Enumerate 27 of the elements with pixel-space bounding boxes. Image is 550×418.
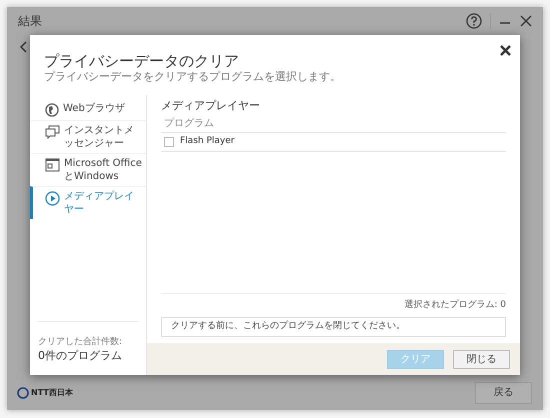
section-heading: メディアプレイヤー (161, 99, 261, 113)
play-icon (45, 191, 60, 206)
window-icon (45, 158, 60, 172)
chat-icon (45, 125, 60, 139)
dialog-subtitle: プライバシーデータをクリアするプログラムを選択します。 (44, 70, 342, 84)
total-label: クリアした合計件数: (38, 336, 122, 348)
sidebar-item[interactable]: メディアプレイヤー (30, 186, 146, 219)
close-icon[interactable] (520, 15, 532, 27)
sidebar-item[interactable]: Webブラウザ (30, 99, 146, 120)
close-button[interactable]: 閉じる (453, 350, 510, 368)
sidebar-item[interactable]: Microsoft OfficeとWindows (30, 153, 146, 186)
logo-icon (17, 386, 29, 398)
program-label: Flash Player (180, 135, 234, 148)
close-icon[interactable] (500, 45, 511, 56)
notice-box: クリアする前に、これらのプログラムを閉じてください。 (161, 317, 506, 337)
window-title: 結果 (18, 13, 42, 30)
globe-icon (45, 103, 59, 117)
logo-text: NTT西日本 (31, 386, 73, 398)
dialog-title: プライバシーデータのクリア (44, 52, 240, 70)
help-icon[interactable] (466, 13, 482, 29)
selected-count: 選択されたプログラム: 0 (403, 298, 506, 312)
column-header: プログラム (161, 113, 506, 133)
back-button[interactable]: 戻る (475, 382, 532, 404)
sidebar-item[interactable]: インスタントメッセンジャー (30, 120, 146, 153)
total-value: 0件のプログラム (38, 348, 122, 363)
checkbox[interactable] (164, 137, 174, 147)
back-chevron-icon[interactable] (20, 41, 27, 53)
